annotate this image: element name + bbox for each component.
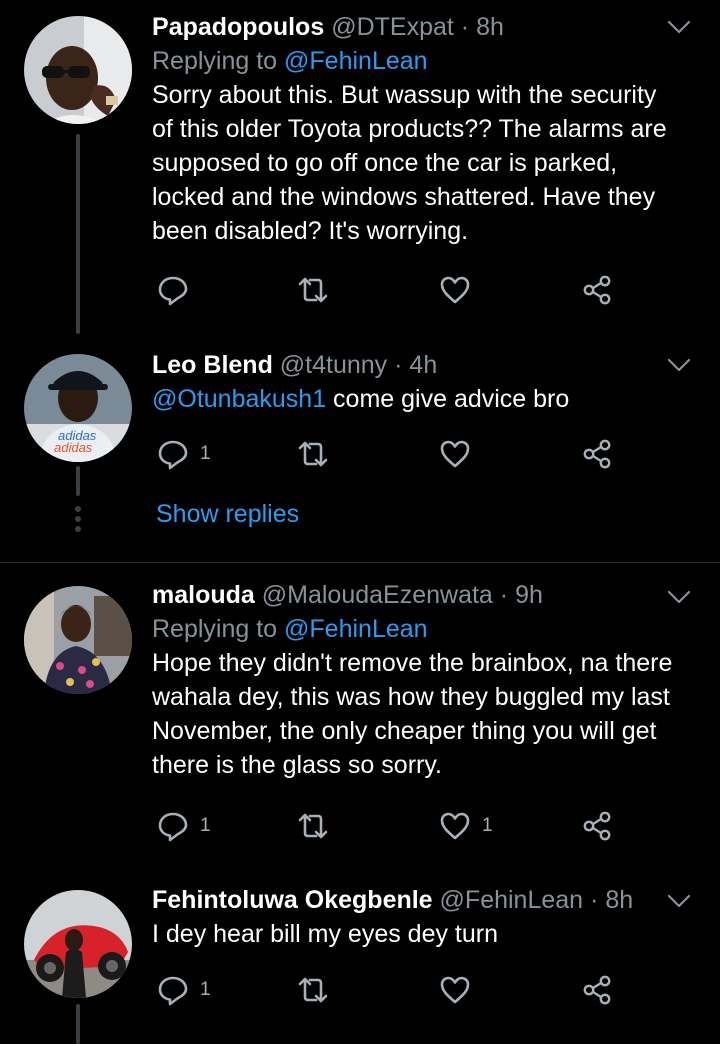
like-button[interactable] [438,436,482,472]
reply-icon [158,976,188,1006]
thread-divider [0,562,720,563]
tweet-actions: 1 [156,972,626,1008]
chevron-down-icon[interactable] [666,584,692,610]
tweet-header: Leo Blend @t4tunny · 4h [152,348,680,382]
retweet-button[interactable] [296,272,330,308]
tweet-actions [156,272,626,308]
reply-count: 1 [200,815,211,836]
like-icon [440,976,470,1004]
author-name[interactable]: Fehintoluwa Okegbenle [152,886,433,914]
like-icon [440,812,470,840]
retweet-button[interactable] [296,808,330,844]
author-name[interactable]: Leo Blend [152,351,273,379]
more-replies-dots [74,506,82,536]
thread-line [76,1004,80,1044]
timestamp[interactable]: 8h [605,886,633,914]
share-icon [583,811,611,841]
author-handle[interactable]: @t4tunny [280,351,387,379]
author-name[interactable]: malouda [152,581,255,609]
retweet-icon [298,277,328,303]
chevron-down-icon[interactable] [666,14,692,40]
reply-count: 1 [200,979,211,1000]
tweet-text: Hope they didn't remove the brainbox, na… [152,649,673,779]
svg-text:adidas: adidas [54,440,93,455]
tweet-body: malouda @MaloudaEzenwata · 9h Replying t… [152,578,680,782]
replying-to-mention[interactable]: @FehinLean [284,47,428,75]
share-button[interactable] [580,808,614,844]
timestamp[interactable]: 8h [476,13,504,41]
retweet-button[interactable] [296,972,330,1008]
reply-button[interactable]: 1 [156,972,211,1008]
replying-to: Replying to @FehinLean [152,612,680,646]
chevron-down-icon[interactable] [666,352,692,378]
timestamp[interactable]: 4h [409,351,437,379]
share-button[interactable] [580,436,614,472]
separator-dot: · [590,886,599,914]
share-icon [583,439,611,469]
avatar[interactable] [24,16,132,124]
replying-to-label: Replying to [152,47,278,75]
timestamp[interactable]: 9h [515,581,543,609]
like-icon [440,276,470,304]
tweet-actions: 1 1 [156,808,626,844]
like-button[interactable]: 1 [438,808,493,844]
separator-dot: · [394,351,403,379]
tweet-header: Papadopoulos @DTExpat · 8h [152,10,680,44]
reply-icon [158,812,188,842]
author-name[interactable]: Papadopoulos [152,13,324,41]
share-icon [583,275,611,305]
retweet-button[interactable] [296,436,330,472]
reply-button[interactable]: 1 [156,436,211,472]
share-button[interactable] [580,272,614,308]
reply-icon [158,440,188,470]
reply-button[interactable] [156,272,200,308]
tweet-text-rest: come give advice bro [326,385,570,413]
like-icon [440,440,470,468]
tweet-body: Fehintoluwa Okegbenle @FehinLean · 8h I … [152,883,680,951]
tweet-body: Papadopoulos @DTExpat · 8h Replying to @… [152,10,680,248]
tweet-header: Fehintoluwa Okegbenle @FehinLean · 8h [152,883,680,917]
author-handle[interactable]: @MaloudaEzenwata [262,581,493,609]
thread-line [76,466,80,496]
mention-link[interactable]: @Otunbakush1 [152,385,326,413]
share-button[interactable] [580,972,614,1008]
reply-button[interactable]: 1 [156,808,211,844]
separator-dot: · [499,581,509,609]
replying-to: Replying to @FehinLean [152,44,680,78]
separator-dot: · [460,13,470,41]
author-handle[interactable]: @DTExpat [331,13,454,41]
show-replies-link[interactable]: Show replies [156,500,299,529]
tweet-text: @Otunbakush1 come give advice bro [152,382,680,416]
reply-icon [158,276,188,306]
like-button[interactable] [438,972,482,1008]
retweet-icon [298,977,328,1003]
author-handle[interactable]: @FehinLean [440,886,584,914]
tweet-text: I dey hear bill my eyes dey turn [152,920,498,948]
avatar[interactable]: adidas adidas [24,354,132,462]
reply-count: 1 [200,443,211,464]
tweet-header: malouda @MaloudaEzenwata · 9h [152,578,680,612]
like-count: 1 [482,815,493,836]
avatar[interactable] [24,890,132,998]
tweet-text: Sorry about this. But wassup with the se… [152,81,667,245]
replying-to-mention[interactable]: @FehinLean [284,615,428,643]
retweet-icon [298,441,328,467]
retweet-icon [298,813,328,839]
replying-to-label: Replying to [152,615,278,643]
like-button[interactable] [438,272,482,308]
share-icon [583,975,611,1005]
avatar[interactable] [24,586,132,694]
tweet-actions: 1 [156,436,626,472]
thread-line [76,134,80,334]
chevron-down-icon[interactable] [666,888,692,914]
tweet-body: Leo Blend @t4tunny · 4h @Otunbakush1 com… [152,348,680,416]
